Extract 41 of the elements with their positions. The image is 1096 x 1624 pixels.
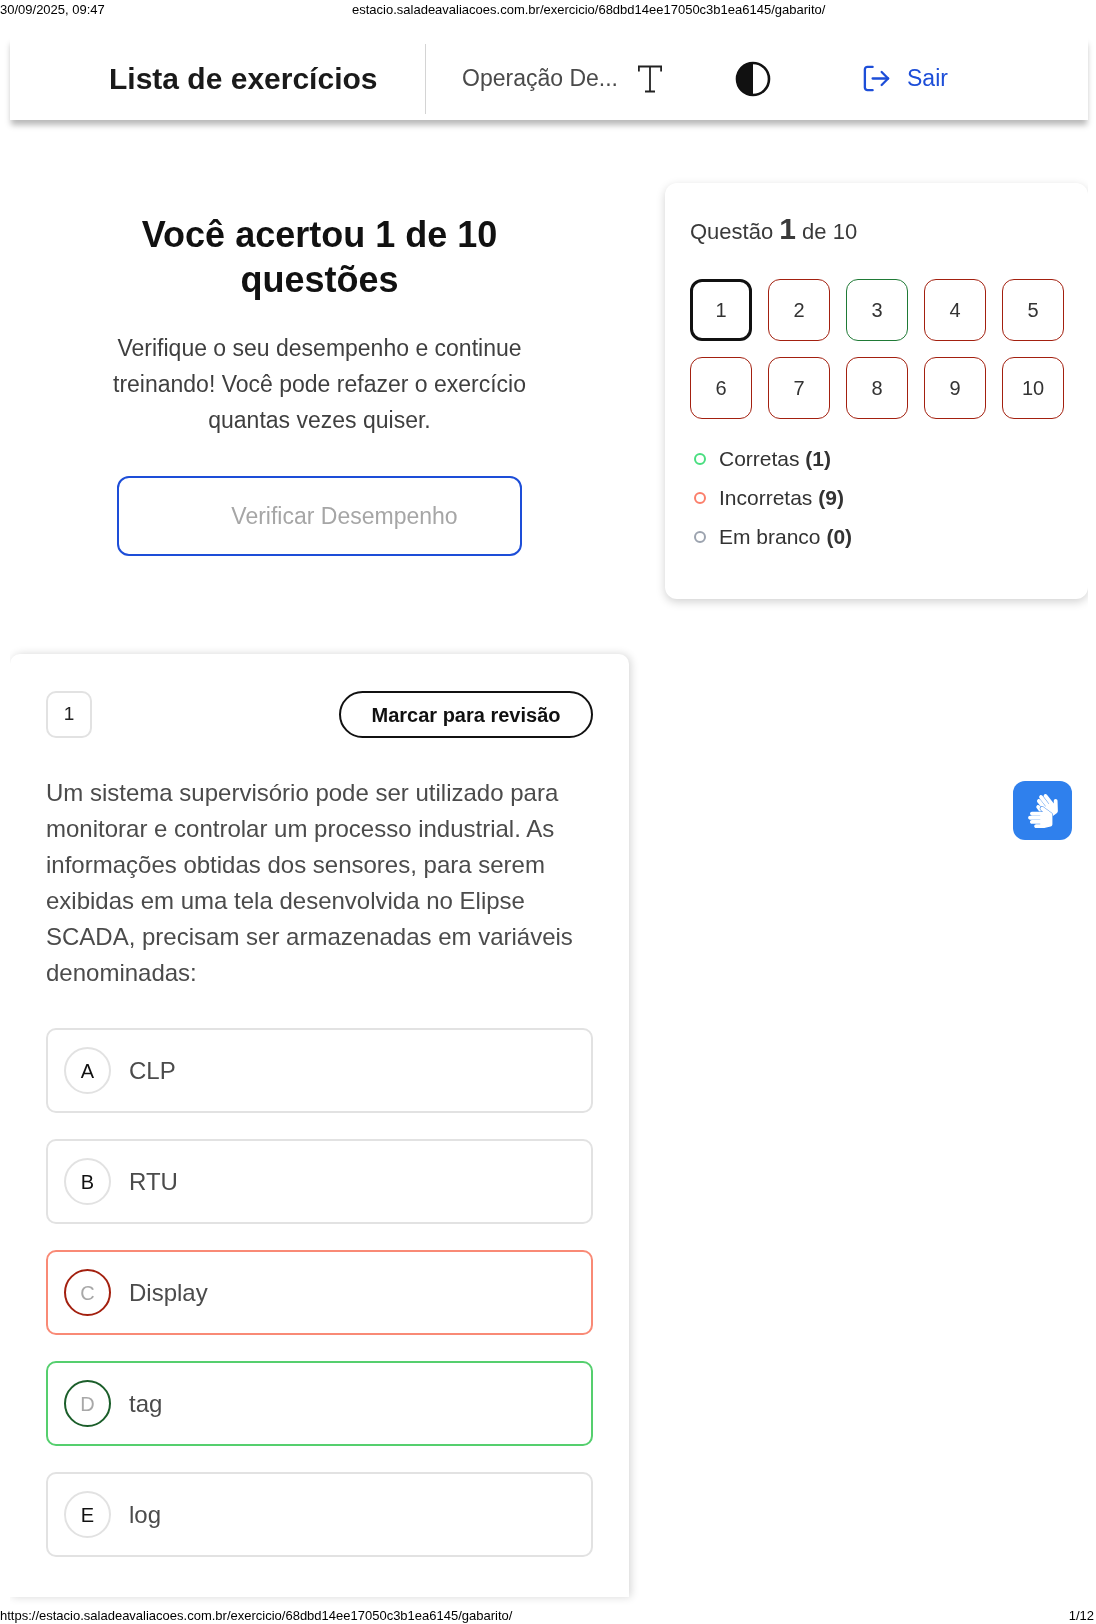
question-button[interactable]: 4 [924, 279, 986, 341]
result-title: Você acertou 1 de 10 questões [140, 213, 499, 302]
question-button[interactable]: 8 [846, 357, 908, 419]
question-button[interactable]: 2 [768, 279, 830, 341]
option-letter: A [64, 1047, 111, 1094]
print-url: estacio.saladeavaliacoes.com.br/exercicio/68dbd14ee17050c3b1ea6145/gabarito/ [352, 2, 826, 16]
logout-icon [861, 63, 892, 94]
option-letter: E [64, 1491, 111, 1538]
question-button[interactable]: 5 [1002, 279, 1064, 341]
question-button[interactable]: 3 [846, 279, 908, 341]
accessibility-button[interactable] [1013, 781, 1072, 840]
contrast-icon[interactable] [735, 60, 771, 97]
result-message: Verifique o seu desempenho e continue treinando! Você pode refazer o exercício quantas vezes quiser. [112, 334, 527, 435]
question-number: 1 [46, 691, 92, 738]
question-button[interactable]: 1 [690, 279, 752, 341]
option-letter: B [64, 1158, 111, 1205]
answer-option[interactable]: E log [46, 1472, 593, 1557]
legend-label: Incorretas (9) [719, 485, 844, 511]
option-letter: D [64, 1380, 111, 1427]
answer-option[interactable]: C Display [46, 1250, 593, 1335]
legend-label: Em branco (0) [719, 524, 853, 550]
page-title: Lista de exercícios [109, 62, 378, 95]
answer-option[interactable]: D tag [46, 1361, 593, 1446]
logout-button[interactable]: Sair [861, 61, 948, 96]
legend-label: Corretas (1) [719, 446, 832, 472]
question-counter: Questão 1 de 10 [690, 214, 859, 247]
question-button[interactable]: 6 [690, 357, 752, 419]
question-button[interactable]: 7 [768, 357, 830, 419]
hands-icon [1025, 793, 1060, 828]
question-button[interactable]: 10 [1002, 357, 1064, 419]
question-text: Um sistema supervisório pode ser utilizado para monitorar e controlar um processo industrial. As informações obtidas dos sensores, para serem exibidas em uma tela desenvolvida no Elipse SCADA, precisam ser armazenadas em variáveis denominadas: [46, 778, 574, 988]
answer-option[interactable]: B RTU [46, 1139, 593, 1224]
print-url: https://estacio.saladeavaliacoes.com.br/exercicio/68dbd14ee17050c3b1ea6145/gabarito/ [0, 1608, 513, 1622]
question-button[interactable]: 9 [924, 357, 986, 419]
page-number: 1/12 [1068, 1608, 1094, 1622]
option-letter: C [64, 1269, 111, 1316]
subject-name: Operação De... [462, 65, 618, 92]
text-size-icon[interactable] [637, 64, 663, 93]
review-button[interactable]: Marcar para revisão [339, 691, 593, 738]
print-date: 30/09/2025, 09:47 [0, 1, 105, 17]
answer-option[interactable]: A CLP [46, 1028, 593, 1113]
